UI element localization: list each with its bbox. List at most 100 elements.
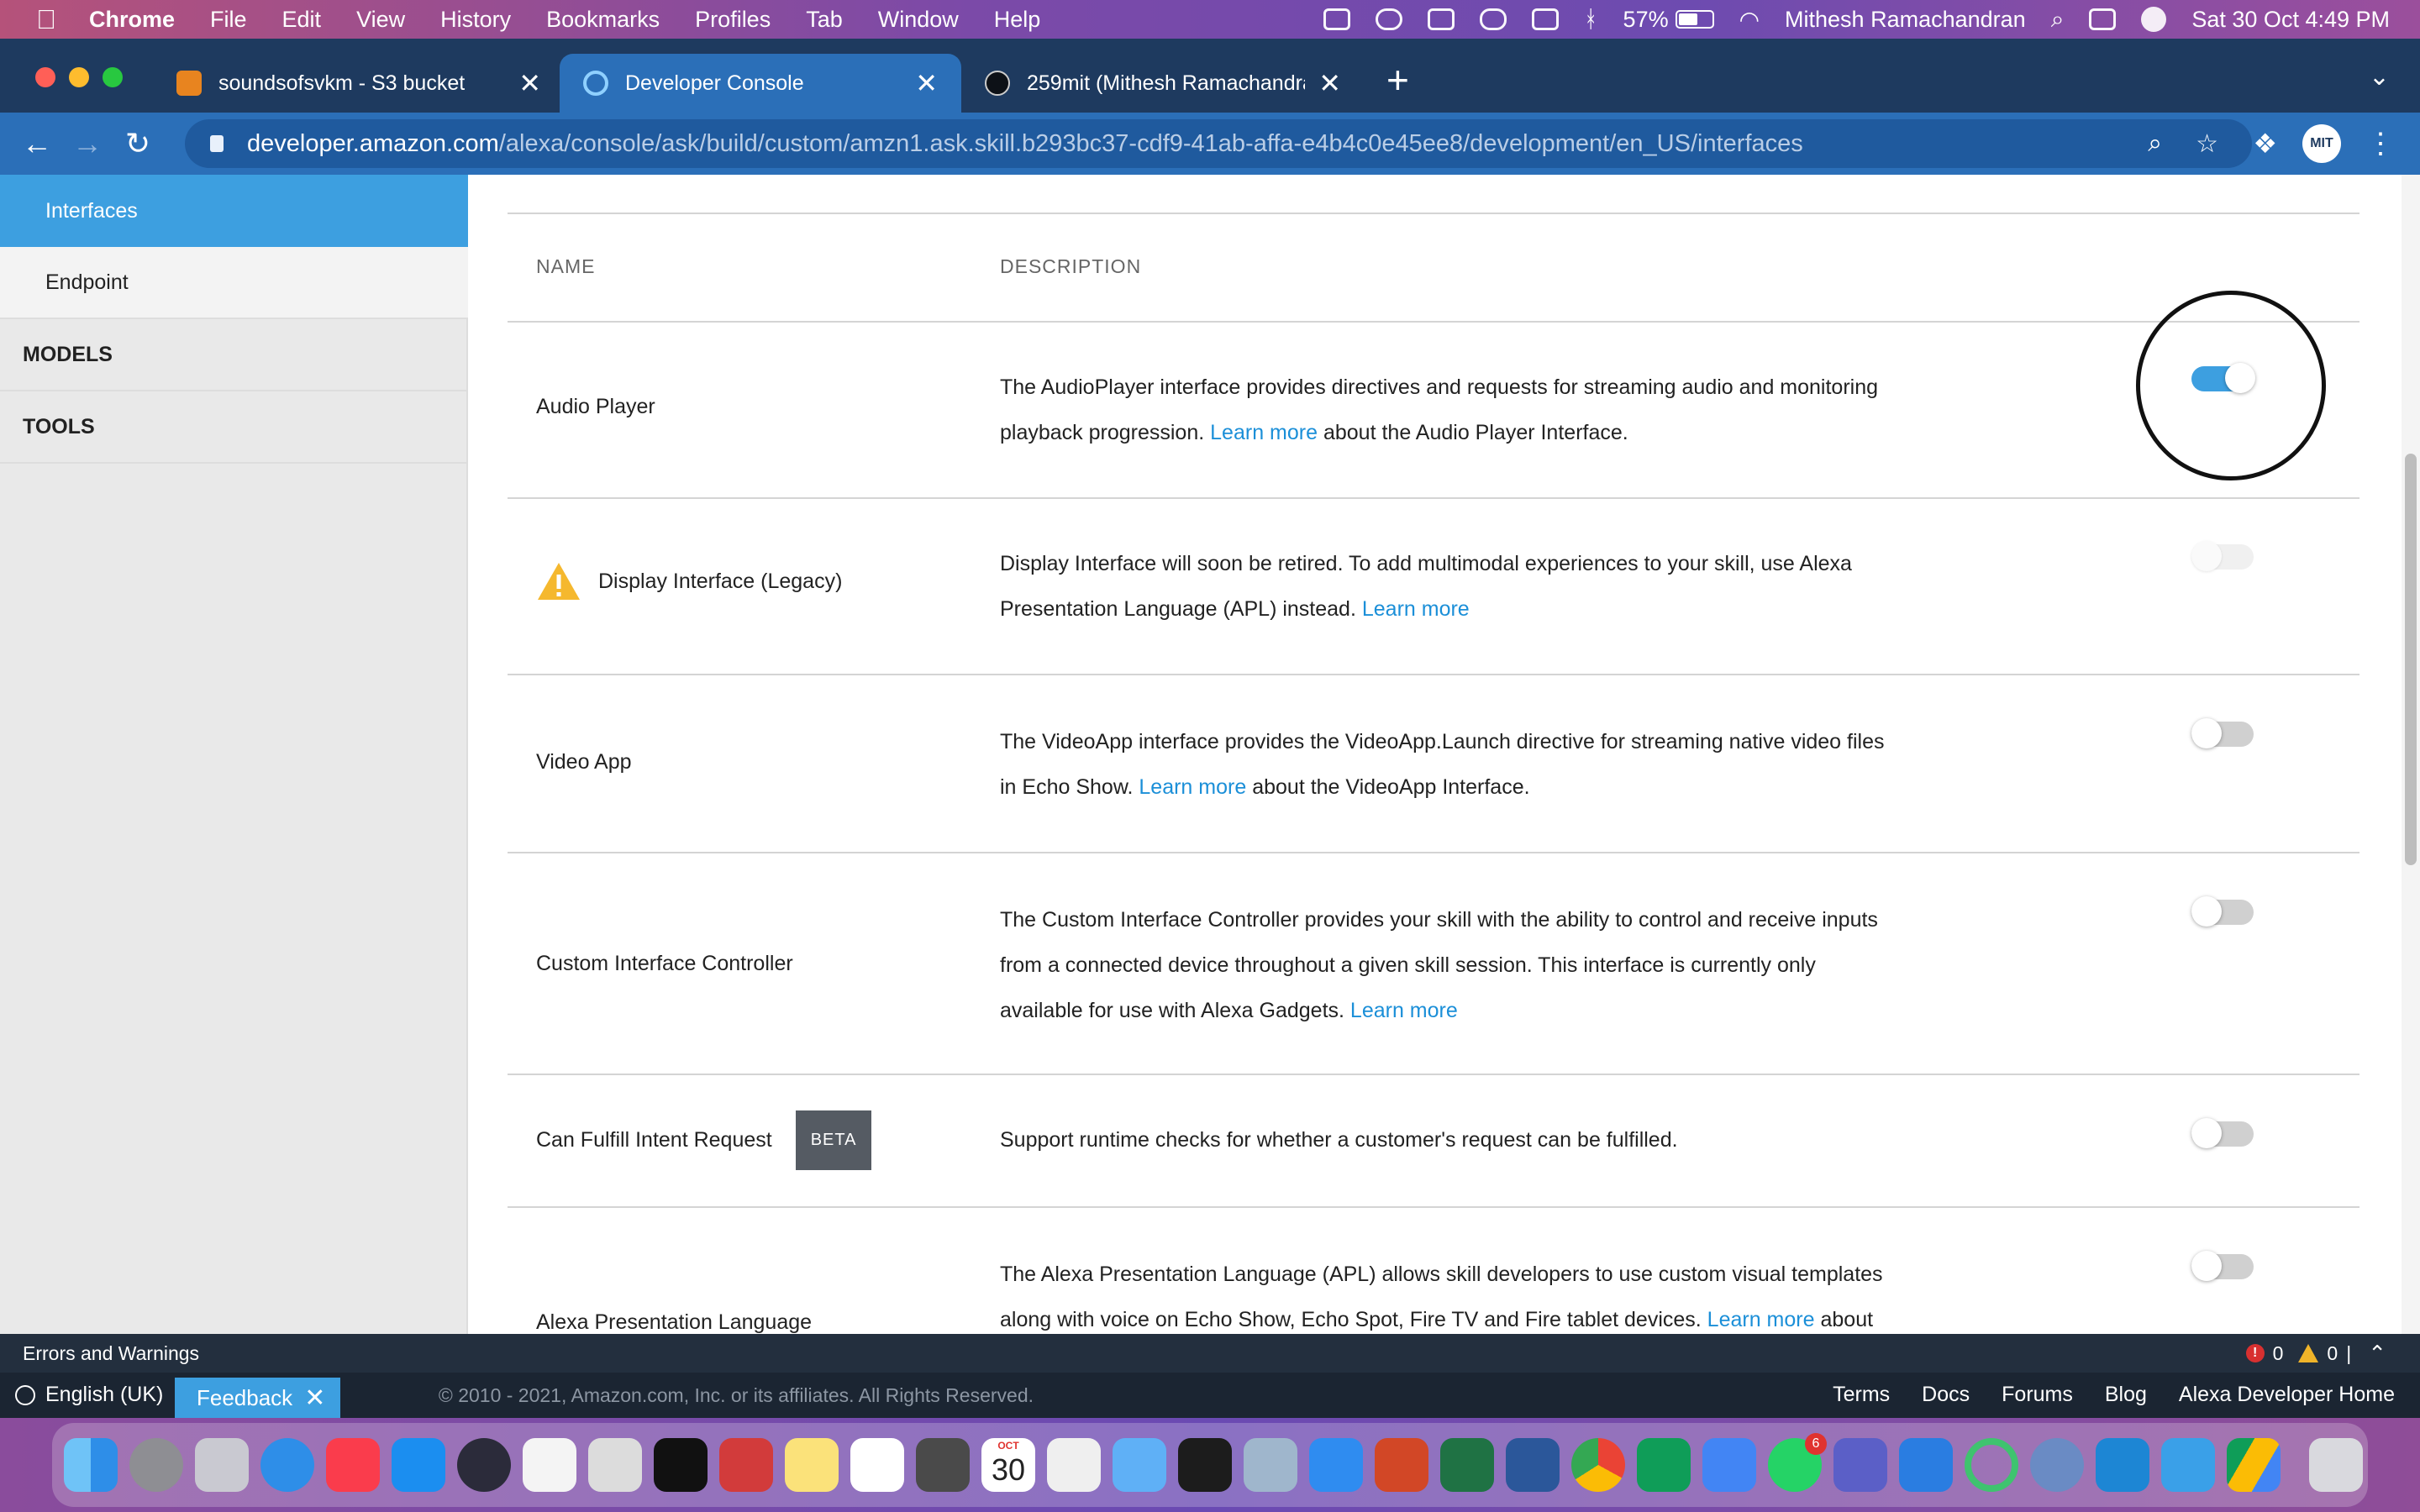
apple-icon[interactable]:  <box>32 5 60 34</box>
learn-more-link[interactable]: Learn more <box>1350 999 1458 1022</box>
menu-view[interactable]: View <box>356 7 405 33</box>
lock-icon[interactable] <box>210 135 224 152</box>
apl-toggle[interactable] <box>2191 1251 2254 1281</box>
profile-avatar[interactable]: MIT <box>2302 124 2341 163</box>
google-sheets-icon[interactable] <box>1637 1438 1691 1492</box>
apple-tv-icon[interactable] <box>654 1438 708 1492</box>
close-tab-icon[interactable]: ✕ <box>915 67 938 99</box>
trash-icon[interactable] <box>2309 1438 2363 1492</box>
sidebar-item-interfaces[interactable]: Interfaces <box>0 175 468 247</box>
menu-file[interactable]: File <box>210 7 247 33</box>
screen-mirroring-icon[interactable] <box>1323 8 1350 30</box>
music-icon[interactable] <box>326 1438 380 1492</box>
footer-link-blog[interactable]: Blog <box>2105 1383 2147 1407</box>
chrome-icon[interactable] <box>1571 1438 1625 1492</box>
app-store-icon[interactable] <box>392 1438 445 1492</box>
address-bar[interactable]: developer.amazon.com/alexa/console/ask/b… <box>185 119 2252 168</box>
zoom-icon[interactable]: ⌕ <box>2148 129 2162 158</box>
back-arrow-icon[interactable]: ← <box>12 126 62 161</box>
learn-more-link[interactable]: Learn more <box>1210 421 1318 444</box>
language-selector[interactable]: English (UK) <box>15 1383 163 1407</box>
learn-more-link[interactable]: Learn more <box>1362 597 1470 621</box>
tab-s3-bucket[interactable]: soundsofsvkm - S3 bucket ✕ <box>153 54 565 113</box>
bookmark-star-icon[interactable]: ☆ <box>2196 129 2218 159</box>
siri-icon[interactable] <box>457 1438 511 1492</box>
tab-search-chevron-icon[interactable]: ⌄ <box>2369 62 2390 92</box>
notes-icon[interactable] <box>785 1438 839 1492</box>
tab-developer-console[interactable]: Developer Console ✕ <box>560 54 961 113</box>
elephant-icon[interactable] <box>1479 8 1507 30</box>
control-center-icon[interactable] <box>2089 8 2117 30</box>
battery-status[interactable]: 57% <box>1623 7 1714 33</box>
textedit-icon[interactable] <box>1047 1438 1101 1492</box>
sidebar-item-endpoint[interactable]: Endpoint <box>0 247 468 319</box>
learn-more-link[interactable]: Learn more <box>1707 1308 1815 1331</box>
footer-link-docs[interactable]: Docs <box>1922 1383 1970 1407</box>
maximize-window-button[interactable] <box>103 67 123 87</box>
minimize-window-button[interactable] <box>69 67 89 87</box>
google-docs-icon[interactable] <box>1702 1438 1756 1492</box>
safari-icon[interactable] <box>260 1438 314 1492</box>
excel-icon[interactable] <box>1440 1438 1494 1492</box>
menu-edit[interactable]: Edit <box>282 7 322 33</box>
system-preferences-icon[interactable] <box>129 1438 183 1492</box>
sidebar-section-tools[interactable]: TOOLS <box>0 391 468 464</box>
terminal-icon[interactable] <box>1178 1438 1232 1492</box>
chrome-menu-icon[interactable]: ⋮ <box>2366 127 2395 160</box>
footer-link-forums[interactable]: Forums <box>2002 1383 2073 1407</box>
photo-booth-icon[interactable] <box>719 1438 773 1492</box>
sidebar-section-models[interactable]: MODELS <box>0 319 468 391</box>
close-tab-icon[interactable]: ✕ <box>518 67 541 99</box>
video-app-toggle[interactable] <box>2191 718 2254 748</box>
scrollbar-thumb[interactable] <box>2405 454 2417 865</box>
launchpad-icon[interactable] <box>195 1438 249 1492</box>
google-drive-icon[interactable] <box>2227 1438 2281 1492</box>
screenshot-icon[interactable] <box>588 1438 642 1492</box>
custom-interface-toggle[interactable] <box>2191 896 2254 927</box>
footer-link-terms[interactable]: Terms <box>1833 1383 1890 1407</box>
close-tab-icon[interactable]: ✕ <box>1318 67 1341 99</box>
close-icon[interactable]: ✕ <box>304 1383 325 1413</box>
word-icon[interactable] <box>1506 1438 1560 1492</box>
feedback-button[interactable]: Feedback ✕ <box>175 1378 341 1418</box>
menu-history[interactable]: History <box>440 7 511 33</box>
forward-arrow-icon[interactable]: → <box>62 126 113 161</box>
can-fulfill-intent-toggle[interactable] <box>2191 1118 2254 1148</box>
menu-window[interactable]: Window <box>878 7 959 33</box>
menu-bookmarks[interactable]: Bookmarks <box>546 7 660 33</box>
menu-app-name[interactable]: Chrome <box>89 7 175 33</box>
cloud-icon[interactable] <box>1375 8 1402 30</box>
azure-icon[interactable] <box>2161 1438 2215 1492</box>
errors-warnings-bar[interactable]: Errors and Warnings ! 0 0 | ⌃ <box>0 1334 2420 1373</box>
photos-icon[interactable] <box>523 1438 576 1492</box>
learn-more-link[interactable]: Learn more <box>1139 775 1246 799</box>
r-language-icon[interactable] <box>2030 1438 2084 1492</box>
page-scrollbar[interactable] <box>2402 175 2420 1334</box>
calendar-icon[interactable]: OCT 30 <box>981 1438 1035 1492</box>
keynote-icon[interactable] <box>1309 1438 1363 1492</box>
wifi-icon[interactable]: ◠ <box>1739 6 1760 34</box>
user-name[interactable]: Mithesh Ramachandran <box>1785 7 2026 33</box>
siri-icon[interactable] <box>2141 7 2167 32</box>
todo-icon[interactable] <box>1899 1438 1953 1492</box>
finder-icon[interactable] <box>64 1438 118 1492</box>
new-tab-button[interactable]: + <box>1386 57 1409 102</box>
spotlight-search-icon[interactable]: ⌕ <box>2051 6 2065 34</box>
extensions-puzzle-icon[interactable]: ❖ <box>2253 128 2277 160</box>
layout-icon[interactable] <box>1427 8 1455 30</box>
expand-chevron-icon[interactable]: ⌃ <box>2368 1341 2386 1367</box>
mail-icon[interactable] <box>1113 1438 1166 1492</box>
vscode-icon[interactable] <box>2096 1438 2149 1492</box>
preview-icon[interactable] <box>1244 1438 1297 1492</box>
menu-help[interactable]: Help <box>994 7 1041 33</box>
activity-ring-icon[interactable] <box>1965 1438 2018 1492</box>
powerpoint-icon[interactable] <box>1375 1438 1428 1492</box>
reminders-icon[interactable] <box>850 1438 904 1492</box>
menu-tab[interactable]: Tab <box>806 7 843 33</box>
keyboard-icon[interactable] <box>1531 8 1559 30</box>
bluetooth-icon[interactable]: ᚼ <box>1584 6 1598 33</box>
teams-icon[interactable] <box>1833 1438 1887 1492</box>
reload-icon[interactable]: ↻ <box>113 126 163 161</box>
clock[interactable]: Sat 30 Oct 4:49 PM <box>2191 7 2390 33</box>
menu-profiles[interactable]: Profiles <box>695 7 771 33</box>
